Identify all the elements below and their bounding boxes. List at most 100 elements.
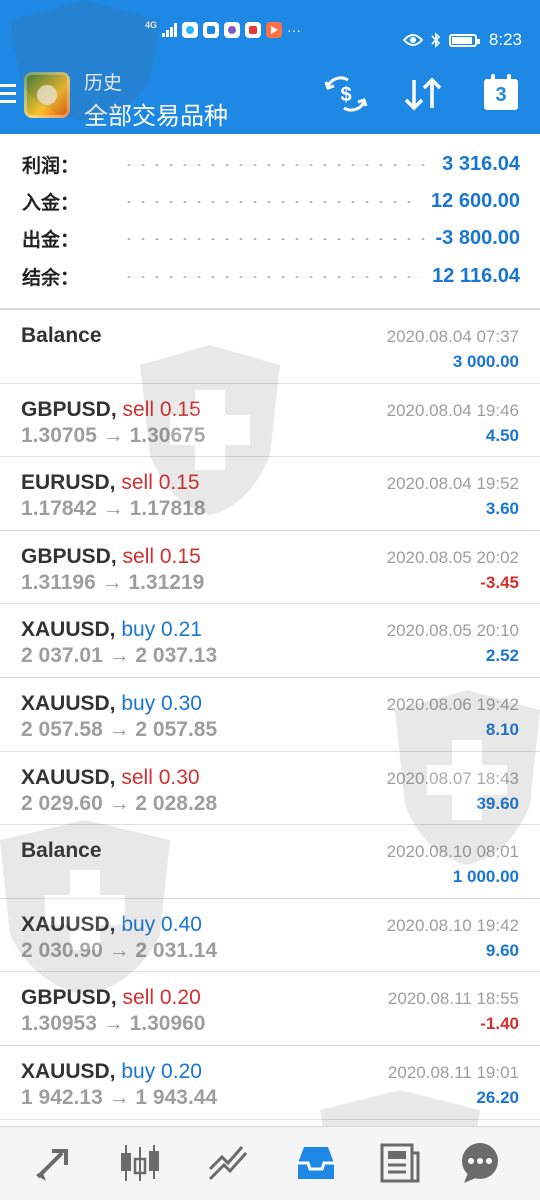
- deal-profit: 9.60: [485, 940, 519, 960]
- deal-symbol: EURUSD,: [21, 471, 116, 495]
- deal-prices: 2 030.90 → 2 031.14: [21, 938, 218, 962]
- deal-time: 2020.08.05 20:10: [386, 621, 519, 641]
- deal-symbol-line: Balance: [21, 839, 102, 863]
- app-bar: 历史 全部交易品种 $ 3: [0, 52, 540, 134]
- deal-list: Balance 2020.08.04 07:37 3 000.00 GBPUSD, s…: [0, 310, 540, 1120]
- deal-row[interactable]: EURUSD, sell 0.15 1.17842 → 1.17818 2020.0…: [0, 457, 540, 531]
- symbol-filter[interactable]: 全部交易品种: [84, 96, 228, 131]
- calendar-day: 3: [495, 84, 507, 106]
- deal-prices: 1.30705 → 1.30675: [21, 423, 206, 447]
- app-notification-icon: [182, 22, 199, 38]
- page-title: 历史: [84, 73, 123, 94]
- sort-icon[interactable]: [402, 76, 444, 112]
- more-notifications: ···: [287, 22, 302, 38]
- deal-row[interactable]: XAUUSD, buy 0.21 2 037.01 → 2 037.13 2020.…: [0, 604, 540, 678]
- deal-side-volume: buy 0.20: [121, 1059, 202, 1083]
- deal-symbol: GBPUSD,: [21, 397, 117, 421]
- deal-profit: 8.10: [485, 719, 519, 739]
- deal-profit: 4.50: [485, 425, 519, 445]
- deal-time: 2020.08.04 19:52: [386, 474, 519, 494]
- summary-panel: 利润： 3 316.04 入金： 12 600.00 出金： -3 800.00…: [0, 134, 540, 310]
- signal-icon: [162, 23, 178, 37]
- dotted-leader: [122, 200, 422, 203]
- deal-row[interactable]: XAUUSD, buy 0.30 2 057.58 → 2 057.85 2020.…: [0, 678, 540, 752]
- status-left-icons: 4G ···: [145, 20, 302, 38]
- menu-icon[interactable]: [0, 84, 16, 104]
- deal-time: 2020.08.04 07:37: [386, 327, 519, 346]
- deal-side-volume: sell 0.20: [122, 986, 201, 1010]
- deal-side-volume: sell 0.15: [121, 471, 200, 495]
- deal-profit: 3.60: [485, 499, 519, 519]
- deal-prices: 2 057.58 → 2 057.85: [21, 717, 218, 741]
- deal-symbol-line: XAUUSD, buy 0.40: [21, 913, 202, 937]
- deal-symbol: XAUUSD,: [21, 765, 116, 789]
- summary-label: 结余：: [22, 268, 80, 289]
- deal-symbol-line: GBPUSD, sell 0.15: [21, 545, 201, 569]
- deal-symbol-line: GBPUSD, sell 0.20: [21, 986, 201, 1010]
- summary-row-profit: 利润： 3 316.04: [22, 146, 520, 183]
- deal-side-volume: buy 0.30: [121, 691, 202, 715]
- chat-icon[interactable]: [458, 1141, 502, 1185]
- app-notification-icon: [245, 22, 262, 38]
- currency-exchange-icon[interactable]: $: [324, 76, 368, 112]
- deal-profit: -3.45: [480, 572, 519, 592]
- deal-symbol-line: XAUUSD, buy 0.20: [21, 1060, 202, 1084]
- deal-prices: 2 029.60 → 2 028.28: [21, 791, 218, 815]
- trade-icon[interactable]: [206, 1141, 250, 1185]
- deal-symbol-line: EURUSD, sell 0.15: [21, 471, 200, 495]
- deal-prices: 1.31196 → 1.31219: [21, 570, 205, 594]
- deal-row[interactable]: Balance 2020.08.04 07:37 3 000.00: [0, 310, 540, 384]
- dotted-leader: [122, 237, 426, 240]
- app-notification-icon: [224, 22, 241, 38]
- deal-profit: 26.20: [476, 1087, 519, 1107]
- deal-prices: 1.17842 → 1.17818: [21, 497, 206, 521]
- dotted-leader: [122, 163, 433, 166]
- news-icon[interactable]: [378, 1141, 422, 1185]
- deal-prices: 1 942.13 → 1 943.44: [21, 1085, 218, 1109]
- deal-symbol: GBPUSD,: [21, 986, 117, 1010]
- app-logo[interactable]: [24, 72, 70, 118]
- svg-text:$: $: [340, 84, 351, 106]
- summary-row-balance: 结余： 12 116.04: [22, 258, 520, 295]
- chart-icon[interactable]: [118, 1141, 162, 1185]
- bluetooth-icon: [431, 32, 441, 48]
- deal-symbol-line: XAUUSD, buy 0.21: [21, 618, 202, 642]
- deal-row[interactable]: GBPUSD, sell 0.20 1.30953 → 1.30960 2020.0…: [0, 972, 540, 1046]
- deal-symbol: XAUUSD,: [21, 1059, 116, 1083]
- history-icon[interactable]: [294, 1141, 338, 1185]
- deal-side-volume: sell 0.15: [122, 544, 201, 568]
- deal-time: 2020.08.04 19:46: [386, 400, 519, 420]
- deal-row[interactable]: Balance 2020.08.10 08:01 1 000.00: [0, 825, 540, 899]
- status-right-icons: 8:23: [402, 30, 522, 50]
- deal-row[interactable]: GBPUSD, sell 0.15 1.31196 → 1.31219 2020.0…: [0, 531, 540, 605]
- deal-symbol: XAUUSD,: [21, 691, 116, 715]
- deal-profit: 39.60: [476, 793, 519, 813]
- quotes-icon[interactable]: [32, 1141, 76, 1185]
- deal-row[interactable]: XAUUSD, buy 0.40 2 030.90 → 2 031.14 2020.…: [0, 899, 540, 973]
- deal-profit: 2.52: [485, 646, 519, 666]
- deal-time: 2020.08.10 08:01: [386, 842, 519, 862]
- deal-symbol: Balance: [21, 839, 102, 863]
- summary-value: 12 600.00: [431, 190, 520, 212]
- deal-profit: 3 000.00: [452, 352, 519, 371]
- deal-prices: 1.30953 → 1.30960: [21, 1012, 206, 1036]
- deal-row[interactable]: XAUUSD, buy 0.20 1 942.13 → 1 943.44 2020.…: [0, 1046, 540, 1120]
- deal-profit: 1 000.00: [452, 867, 519, 887]
- battery-icon: [448, 33, 480, 47]
- summary-value: 12 116.04: [432, 265, 520, 287]
- deal-row[interactable]: XAUUSD, sell 0.30 2 029.60 → 2 028.28 2020…: [0, 752, 540, 826]
- deal-time: 2020.08.10 19:42: [386, 915, 519, 935]
- dotted-leader: [122, 275, 423, 278]
- deal-symbol-line: GBPUSD, sell 0.15: [21, 398, 201, 422]
- deal-side-volume: buy 0.21: [121, 618, 202, 642]
- deal-symbol: XAUUSD,: [21, 618, 116, 642]
- bottom-navigation: [0, 1126, 540, 1200]
- video-notification-icon: [266, 22, 283, 38]
- deal-symbol-line: XAUUSD, buy 0.30: [21, 692, 202, 716]
- deal-symbol-line: Balance: [21, 324, 102, 348]
- deal-side-volume: sell 0.30: [121, 765, 200, 789]
- deal-side-volume: buy 0.40: [121, 912, 202, 936]
- deal-time: 2020.08.07 18:43: [386, 768, 519, 788]
- calendar-icon[interactable]: 3: [484, 74, 518, 110]
- deal-row[interactable]: GBPUSD, sell 0.15 1.30705 → 1.30675 2020.0…: [0, 384, 540, 458]
